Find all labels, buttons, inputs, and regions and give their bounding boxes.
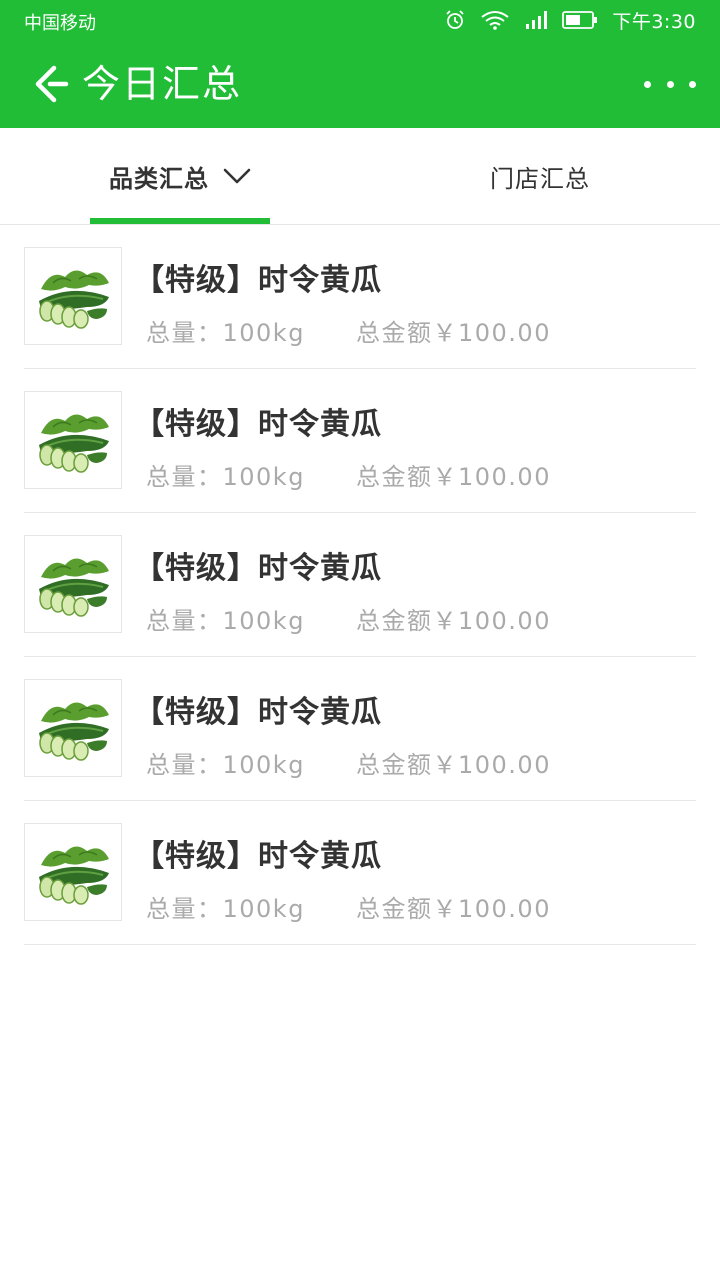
clock-time: 下午3:30 xyxy=(612,10,696,33)
tab-category-summary[interactable]: 品类汇总 xyxy=(0,128,360,224)
active-tab-indicator xyxy=(90,218,270,224)
more-button[interactable] xyxy=(644,68,696,100)
app-header: 中国移动 下午3:30 今日汇总 xyxy=(0,0,720,128)
item-title: 【特级】时令黄瓜 xyxy=(134,695,382,730)
status-icons: 下午3:30 xyxy=(430,6,696,34)
list-item[interactable]: 【特级】时令黄瓜 总量：100kg 总金额￥100.00 xyxy=(24,225,696,369)
cucumber-image xyxy=(24,247,122,345)
item-quantity: 总量：100kg xyxy=(146,607,305,635)
item-amount: 总金额￥100.00 xyxy=(356,319,551,347)
item-title: 【特级】时令黄瓜 xyxy=(134,551,382,586)
item-title: 【特级】时令黄瓜 xyxy=(134,263,382,298)
item-amount: 总金额￥100.00 xyxy=(356,895,551,923)
item-title: 【特级】时令黄瓜 xyxy=(134,407,382,442)
more-dot-icon xyxy=(644,80,651,88)
tab-label: 品类汇总 xyxy=(109,164,209,193)
cucumber-image xyxy=(24,823,122,921)
navbar: 今日汇总 xyxy=(0,40,720,128)
cucumber-image xyxy=(24,391,122,489)
cucumber-image xyxy=(24,535,122,633)
back-button[interactable] xyxy=(30,62,74,106)
back-arrow-icon xyxy=(35,65,69,103)
item-quantity: 总量：100kg xyxy=(146,895,305,923)
list-item[interactable]: 【特级】时令黄瓜 总量：100kg 总金额￥100.00 xyxy=(24,801,696,945)
wifi-icon xyxy=(480,9,510,31)
more-dot-icon xyxy=(666,80,674,88)
item-amount: 总金额￥100.00 xyxy=(356,463,551,491)
page-title: 今日汇总 xyxy=(82,62,243,106)
summary-list: 【特级】时令黄瓜 总量：100kg 总金额￥100.00 【特级】时令黄瓜 总量… xyxy=(24,225,696,945)
tab-bar: 品类汇总 门店汇总 xyxy=(0,128,720,225)
carrier-name: 中国移动 xyxy=(24,13,96,34)
signal-icon xyxy=(524,9,548,31)
item-title: 【特级】时令黄瓜 xyxy=(134,839,382,874)
list-item[interactable]: 【特级】时令黄瓜 总量：100kg 总金额￥100.00 xyxy=(24,513,696,657)
list-item[interactable]: 【特级】时令黄瓜 总量：100kg 总金额￥100.00 xyxy=(24,657,696,801)
battery-icon xyxy=(562,9,598,31)
more-dot-icon xyxy=(689,80,696,88)
cucumber-image xyxy=(24,679,122,777)
item-quantity: 总量：100kg xyxy=(146,319,305,347)
item-amount: 总金额￥100.00 xyxy=(356,607,551,635)
item-quantity: 总量：100kg xyxy=(146,751,305,779)
alarm-icon xyxy=(444,9,466,31)
status-bar: 中国移动 下午3:30 xyxy=(0,0,720,40)
tab-store-summary[interactable]: 门店汇总 xyxy=(360,128,720,224)
tab-label: 门店汇总 xyxy=(490,164,590,193)
chevron-down-icon xyxy=(223,168,251,184)
item-quantity: 总量：100kg xyxy=(146,463,305,491)
list-item[interactable]: 【特级】时令黄瓜 总量：100kg 总金额￥100.00 xyxy=(24,369,696,513)
item-amount: 总金额￥100.00 xyxy=(356,751,551,779)
